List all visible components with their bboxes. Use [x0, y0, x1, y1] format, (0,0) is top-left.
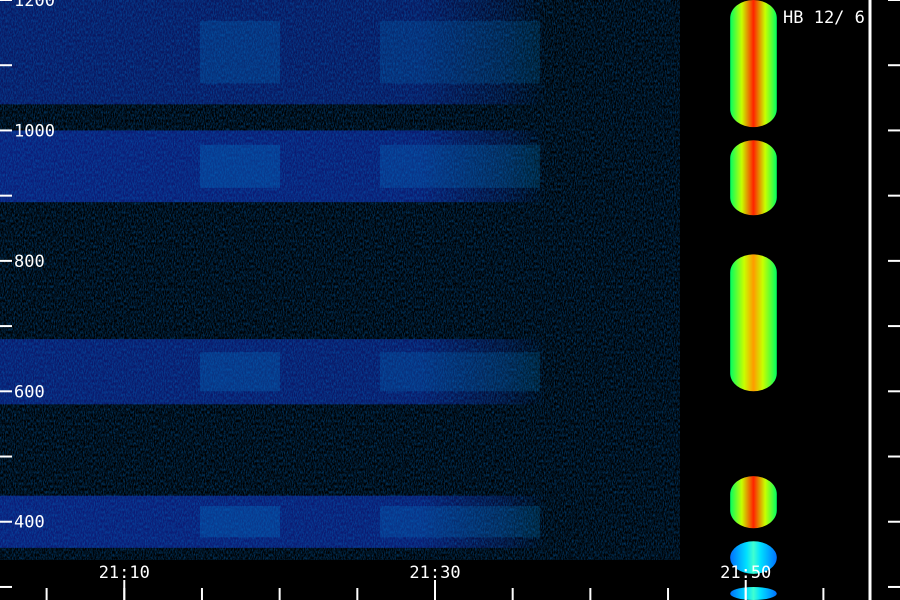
y-tick-label: 1200	[14, 0, 55, 11]
noise-texture	[0, 0, 680, 560]
spectrogram-plot: 400 600 800 1000 1200 21:10 21:30 21:50 HB 12/…	[0, 0, 900, 600]
burst-segment-3	[730, 476, 777, 529]
burst-segment-2	[730, 254, 777, 392]
x-tick-label: 21:10	[99, 563, 150, 583]
burst-segment-5	[730, 586, 777, 600]
burst-segment-1	[730, 140, 777, 216]
y-tick-label: 800	[14, 252, 45, 272]
spectrogram-chart: 400 600 800 1000 1200 21:10 21:30 21:50 HB 12/…	[0, 0, 900, 600]
burst-segment-0	[730, 0, 777, 128]
x-tick-label: 21:50	[720, 563, 771, 583]
y-tick-label: 400	[14, 513, 45, 533]
station-label: HB 12/ 6	[783, 8, 865, 28]
y-tick-label: 1000	[14, 121, 55, 141]
y-tick-label: 600	[14, 382, 45, 402]
radio-burst	[730, 0, 777, 600]
x-tick-label: 21:30	[409, 563, 460, 583]
